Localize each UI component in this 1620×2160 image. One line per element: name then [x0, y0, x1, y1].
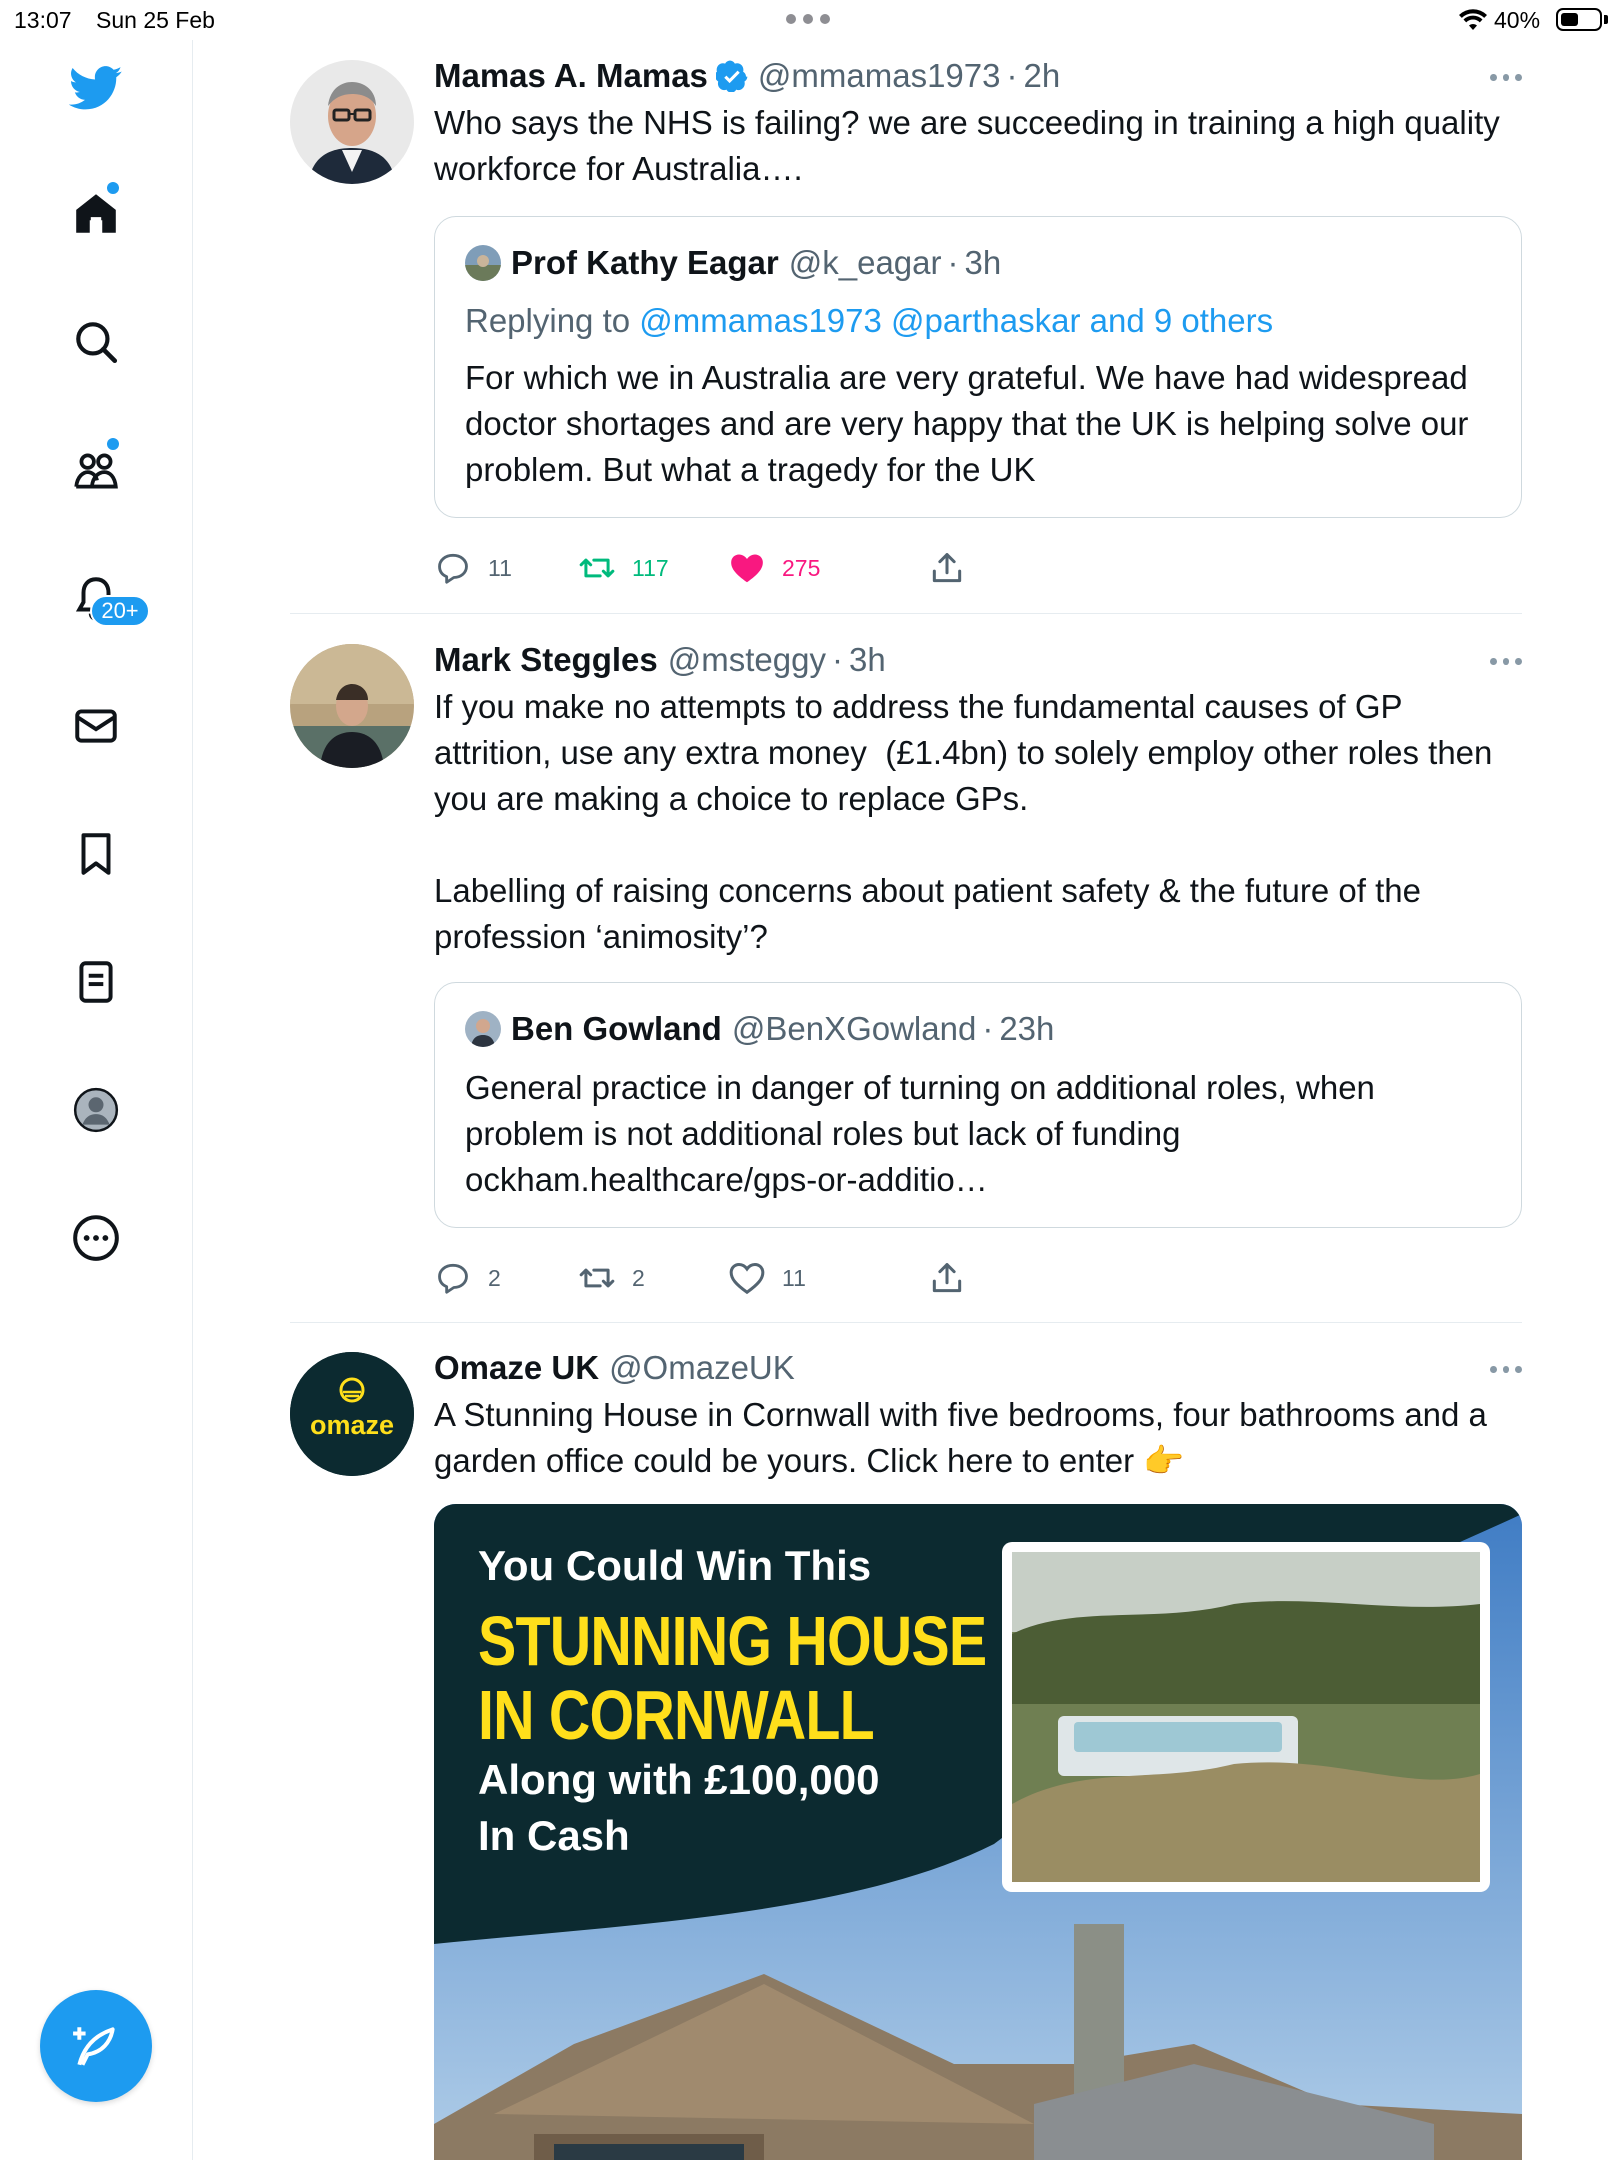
author-name[interactable]: Omaze UK — [434, 1348, 599, 1388]
compose-feather-icon — [73, 2027, 115, 2066]
retweet-icon — [579, 558, 615, 578]
share-button[interactable] — [928, 546, 982, 590]
replying-to: Replying to @mmamas1973 @parthaskar and … — [465, 302, 1274, 339]
quote-timestamp: 23h — [999, 1010, 1055, 1047]
promoted-tweet[interactable]: omaze Omaze UK @OmazeUK A Stunning House… — [290, 1348, 1523, 2160]
status-date: Sun 25 Feb — [96, 7, 215, 33]
status-time: 13:07 — [14, 7, 72, 33]
like-button[interactable]: 275 — [728, 546, 820, 590]
avatar[interactable] — [290, 60, 414, 184]
reply-count: 11 — [488, 554, 512, 581]
more-options-icon[interactable] — [56, 1198, 136, 1278]
reply-count: 2 — [488, 1264, 501, 1291]
battery-icon — [1556, 8, 1602, 31]
tweet-text: A Stunning House in Cornwall with five b… — [434, 1396, 1497, 1479]
status-bar: 13:07 Sun 25 Feb 40% — [0, 0, 1620, 40]
twitter-logo-icon[interactable] — [56, 48, 136, 128]
reply-icon — [438, 1263, 468, 1294]
lists-icon[interactable] — [56, 942, 136, 1022]
avatar[interactable]: omaze — [290, 1352, 414, 1476]
more-options-icon[interactable] — [1490, 658, 1523, 666]
retweet-button[interactable]: 117 — [578, 546, 669, 590]
ad-image[interactable]: You Could Win This STUNNING HOUSE IN COR… — [434, 1504, 1522, 2160]
bookmarks-icon[interactable] — [56, 814, 136, 894]
quote-avatar — [465, 1011, 501, 1047]
like-button[interactable]: 11 — [728, 1256, 806, 1300]
retweet-button[interactable]: 2 — [578, 1256, 645, 1300]
quote-author-name: Ben Gowland — [511, 1010, 722, 1047]
like-count: 275 — [782, 554, 821, 581]
quote-avatar — [465, 245, 501, 281]
tweet-divider — [290, 1322, 1522, 1323]
notifications-badge: 20+ — [90, 595, 150, 627]
verified-badge-icon — [715, 60, 748, 92]
quote-author-handle: @k_eagar — [788, 244, 942, 281]
tweet-text: If you make no attempts to address the f… — [434, 688, 1493, 955]
quote-text: General practice in danger of turning on… — [465, 1069, 1375, 1198]
like-count: 11 — [782, 1264, 806, 1291]
more-options-icon[interactable] — [1490, 74, 1523, 82]
author-handle[interactable]: @msteggy — [668, 640, 826, 680]
heart-filled-icon — [731, 554, 763, 583]
ad-title: STUNNING HOUSE IN CORNWALL — [478, 1602, 987, 1754]
quoted-tweet[interactable]: Prof Kathy Eagar @k_eagar · 3h Replying … — [434, 216, 1522, 518]
share-icon — [932, 1263, 962, 1293]
home-icon[interactable] — [56, 174, 136, 254]
battery-percentage: 40% — [1494, 7, 1541, 33]
reply-icon — [438, 553, 468, 584]
quote-author-handle: @BenXGowland — [731, 1010, 977, 1047]
compose-tweet-button[interactable] — [40, 1990, 152, 2102]
heart-icon — [729, 1263, 765, 1295]
author-name[interactable]: Mark Steggles — [434, 640, 658, 680]
quote-text: For which we in Australia are very grate… — [465, 359, 1469, 488]
tweet-timestamp[interactable]: 2h — [1024, 56, 1061, 96]
retweet-count: 117 — [632, 554, 669, 581]
quoted-tweet[interactable]: Ben Gowland @BenXGowland · 23h General p… — [434, 982, 1522, 1228]
wifi-icon — [1459, 9, 1487, 30]
retweet-count: 2 — [632, 1264, 645, 1291]
multitasking-dots-icon[interactable] — [786, 14, 832, 26]
more-options-icon[interactable] — [1490, 1366, 1523, 1374]
share-icon — [932, 553, 962, 583]
tweet-text: Who says the NHS is failing? we are succ… — [434, 104, 1509, 187]
avatar[interactable] — [290, 644, 414, 768]
tweet-actions: 2 2 11 — [434, 1256, 1522, 1306]
tweet-timestamp[interactable]: 3h — [849, 640, 886, 680]
reply-button[interactable]: 2 — [434, 1256, 501, 1300]
tweet-actions: 11 117 275 — [434, 546, 1522, 596]
messages-envelope-icon[interactable] — [56, 686, 136, 766]
quote-author-name: Prof Kathy Eagar — [511, 244, 779, 281]
tweet-divider — [290, 613, 1522, 614]
search-icon[interactable] — [56, 302, 136, 382]
communities-icon[interactable] — [56, 430, 136, 510]
ad-subtitle: Along with £100,000 In Cash — [478, 1756, 880, 1859]
author-name[interactable]: Mamas A. Mamas — [434, 56, 708, 96]
omaze-logo-text: omaze — [309, 1410, 395, 1440]
replying-to-links[interactable]: @mmamas1973 @parthaskar and 9 others — [639, 302, 1273, 339]
reply-button[interactable]: 11 — [434, 546, 512, 590]
profile-avatar-icon[interactable] — [56, 1070, 136, 1150]
retweet-icon — [579, 1268, 615, 1288]
ad-headline: You Could Win This — [478, 1542, 872, 1589]
author-handle[interactable]: @OmazeUK — [609, 1348, 795, 1388]
author-handle[interactable]: @mmamas1973 — [758, 56, 1001, 96]
quote-timestamp: 3h — [964, 244, 1002, 281]
share-button[interactable] — [928, 1256, 982, 1300]
sidebar-nav: 20+ — [0, 40, 193, 2160]
